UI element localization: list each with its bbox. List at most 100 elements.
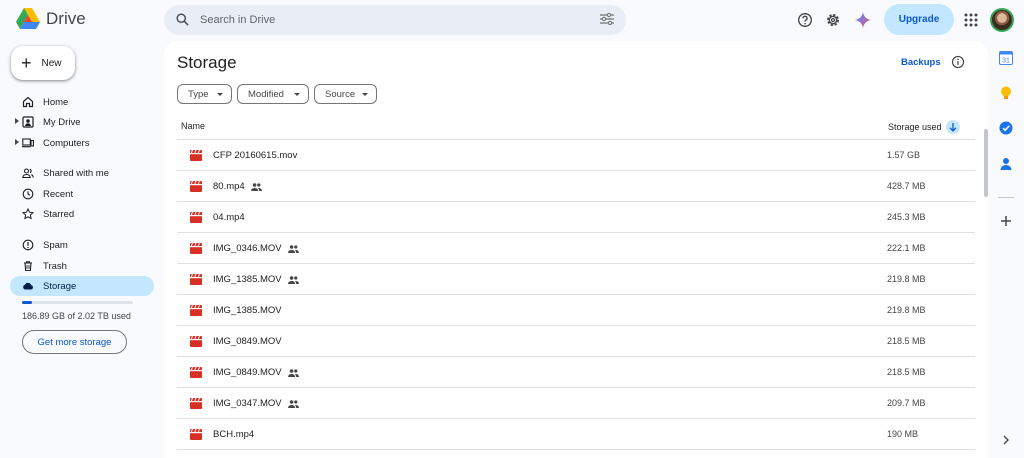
tasks-app-icon[interactable] [998, 120, 1014, 136]
file-name: IMG_0346.MOV [213, 243, 282, 254]
sidebar-item-home[interactable]: Home [10, 92, 154, 112]
file-name-cell: IMG_0346.MOV [213, 243, 299, 254]
keep-app-icon[interactable] [998, 85, 1014, 101]
sidebar-item-label: Storage [43, 281, 77, 292]
video-file-icon [190, 429, 202, 440]
search-bar[interactable] [164, 5, 626, 35]
computers-icon [22, 138, 34, 148]
shared-people-icon [287, 275, 299, 284]
file-name-cell: CFP 20160615.mov [213, 150, 297, 161]
sidebar-item-shared-with-me[interactable]: Shared with me [10, 163, 154, 183]
sidebar-item-starred[interactable]: Starred [10, 204, 154, 224]
filter-source-chip[interactable]: Source [314, 84, 377, 104]
file-name-cell: IMG_0347.MOV [213, 398, 299, 409]
account-avatar[interactable] [990, 8, 1014, 32]
shared-people-icon [250, 182, 262, 191]
sidebar-item-label: Computers [43, 138, 90, 149]
file-name: IMG_1385.MOV [213, 274, 282, 285]
info-icon[interactable] [951, 55, 965, 69]
calendar-day-label: 31 [1002, 58, 1010, 65]
sidebar-item-label: Home [43, 97, 69, 108]
sort-descending-icon[interactable] [945, 120, 960, 134]
file-row[interactable]: IMG_1385.MOV 219.8 MB [177, 295, 975, 326]
file-name: IMG_0347.MOV [213, 398, 282, 409]
sidebar-item-label: Recent [43, 189, 74, 200]
storage-quota-text: 186.89 GB of 2.02 TB used [22, 311, 131, 321]
new-button-label: New [41, 57, 62, 69]
file-row[interactable]: IMG_0849.MOV 218.5 MB [177, 357, 975, 388]
video-file-icon [190, 212, 202, 223]
page-title: Storage [177, 53, 237, 72]
file-name: 04.mp4 [213, 212, 245, 223]
search-icon[interactable] [175, 12, 190, 27]
trash-icon [24, 261, 32, 272]
sidebar-item-recent[interactable]: Recent [10, 184, 154, 204]
expand-arrow-icon[interactable] [15, 139, 19, 145]
file-name: IMG_1385.MOV [213, 305, 282, 316]
file-name: BCH.mp4 [213, 429, 255, 440]
search-input[interactable] [200, 10, 580, 30]
file-name-cell: 80.mp4 [213, 181, 262, 192]
gemini-sparkle-icon[interactable] [852, 9, 874, 31]
dropdown-arrow-icon [362, 93, 368, 96]
file-name: CFP 20160615.mov [213, 150, 298, 161]
shared-people-icon [287, 368, 299, 377]
file-size: 219.8 MB [887, 305, 926, 315]
file-row[interactable]: 04.mp4 245.3 MB [177, 202, 975, 233]
expand-arrow-icon[interactable] [15, 118, 19, 124]
storage-panel: Storage Backups Type Modified Source Nam… [164, 41, 988, 458]
video-file-icon [190, 181, 202, 192]
file-row[interactable]: 80.mp4 428.7 MB [177, 171, 975, 202]
video-file-icon [190, 274, 202, 285]
dropdown-arrow-icon [294, 93, 300, 96]
file-name-cell: IMG_0849.MOV [213, 336, 282, 347]
filter-chip-label: Source [325, 88, 356, 100]
expand-side-panel-chevron-icon[interactable] [998, 432, 1014, 448]
video-file-icon [190, 367, 202, 378]
file-name: 80.mp4 [213, 181, 245, 192]
file-name: IMG_0849.MOV [213, 367, 282, 378]
settings-gear-icon[interactable] [822, 9, 844, 31]
apps-grid-icon[interactable] [960, 9, 982, 31]
sidebar-item-label: Shared with me [43, 168, 110, 179]
rail-divider [998, 197, 1014, 198]
file-row[interactable]: IMG_0346.MOV 222.1 MB [177, 233, 975, 264]
get-more-storage-button[interactable]: Get more storage [22, 330, 127, 354]
file-size: 428.7 MB [887, 181, 926, 191]
file-row[interactable]: CFP 20160615.mov 1.57 GB [177, 140, 975, 171]
scrollbar-thumb[interactable] [984, 129, 988, 197]
video-file-icon [190, 336, 202, 347]
add-addon-plus-icon[interactable] [998, 213, 1014, 229]
sidebar-item-trash[interactable]: Trash [10, 256, 154, 276]
file-name: IMG_0849.MOV [213, 336, 282, 347]
drive-logo[interactable]: Drive [16, 8, 86, 30]
help-icon[interactable] [794, 9, 816, 31]
file-row[interactable]: IMG_1385.MOV 219.8 MB [177, 264, 975, 295]
file-row[interactable]: BCH.mp4 190 MB [177, 419, 975, 450]
column-header-name[interactable]: Name [181, 121, 205, 131]
upgrade-button[interactable]: Upgrade [884, 4, 954, 35]
storage-quota-fill [22, 301, 32, 304]
filter-modified-chip[interactable]: Modified [237, 84, 309, 104]
sidebar-item-computers[interactable]: Computers [10, 133, 154, 153]
cloud-icon [23, 282, 33, 290]
sidebar-item-storage[interactable]: Storage [10, 276, 154, 296]
backups-link[interactable]: Backups [901, 57, 941, 68]
app-title: Drive [46, 9, 86, 28]
file-name-cell: IMG_1385.MOV [213, 305, 282, 316]
shared-people-icon [287, 244, 299, 253]
file-row[interactable]: IMG_0849.MOV 218.5 MB [177, 326, 975, 357]
shared-people-icon [287, 399, 299, 408]
file-name-cell: IMG_1385.MOV [213, 274, 299, 285]
contacts-app-icon[interactable] [998, 156, 1014, 172]
sidebar-item-my-drive[interactable]: My Drive [10, 112, 154, 132]
new-button[interactable]: + New [11, 46, 75, 80]
sidebar-item-spam[interactable]: Spam [10, 235, 154, 255]
search-options-icon[interactable] [600, 13, 614, 25]
calendar-app-icon[interactable]: 31 [998, 50, 1014, 66]
file-row[interactable]: IMG_0347.MOV 209.7 MB [177, 388, 975, 419]
column-header-storage-used[interactable]: Storage used [888, 120, 960, 134]
filter-type-chip[interactable]: Type [177, 84, 232, 104]
file-size: 222.1 MB [887, 243, 926, 253]
filter-chip-label: Modified [248, 88, 284, 100]
